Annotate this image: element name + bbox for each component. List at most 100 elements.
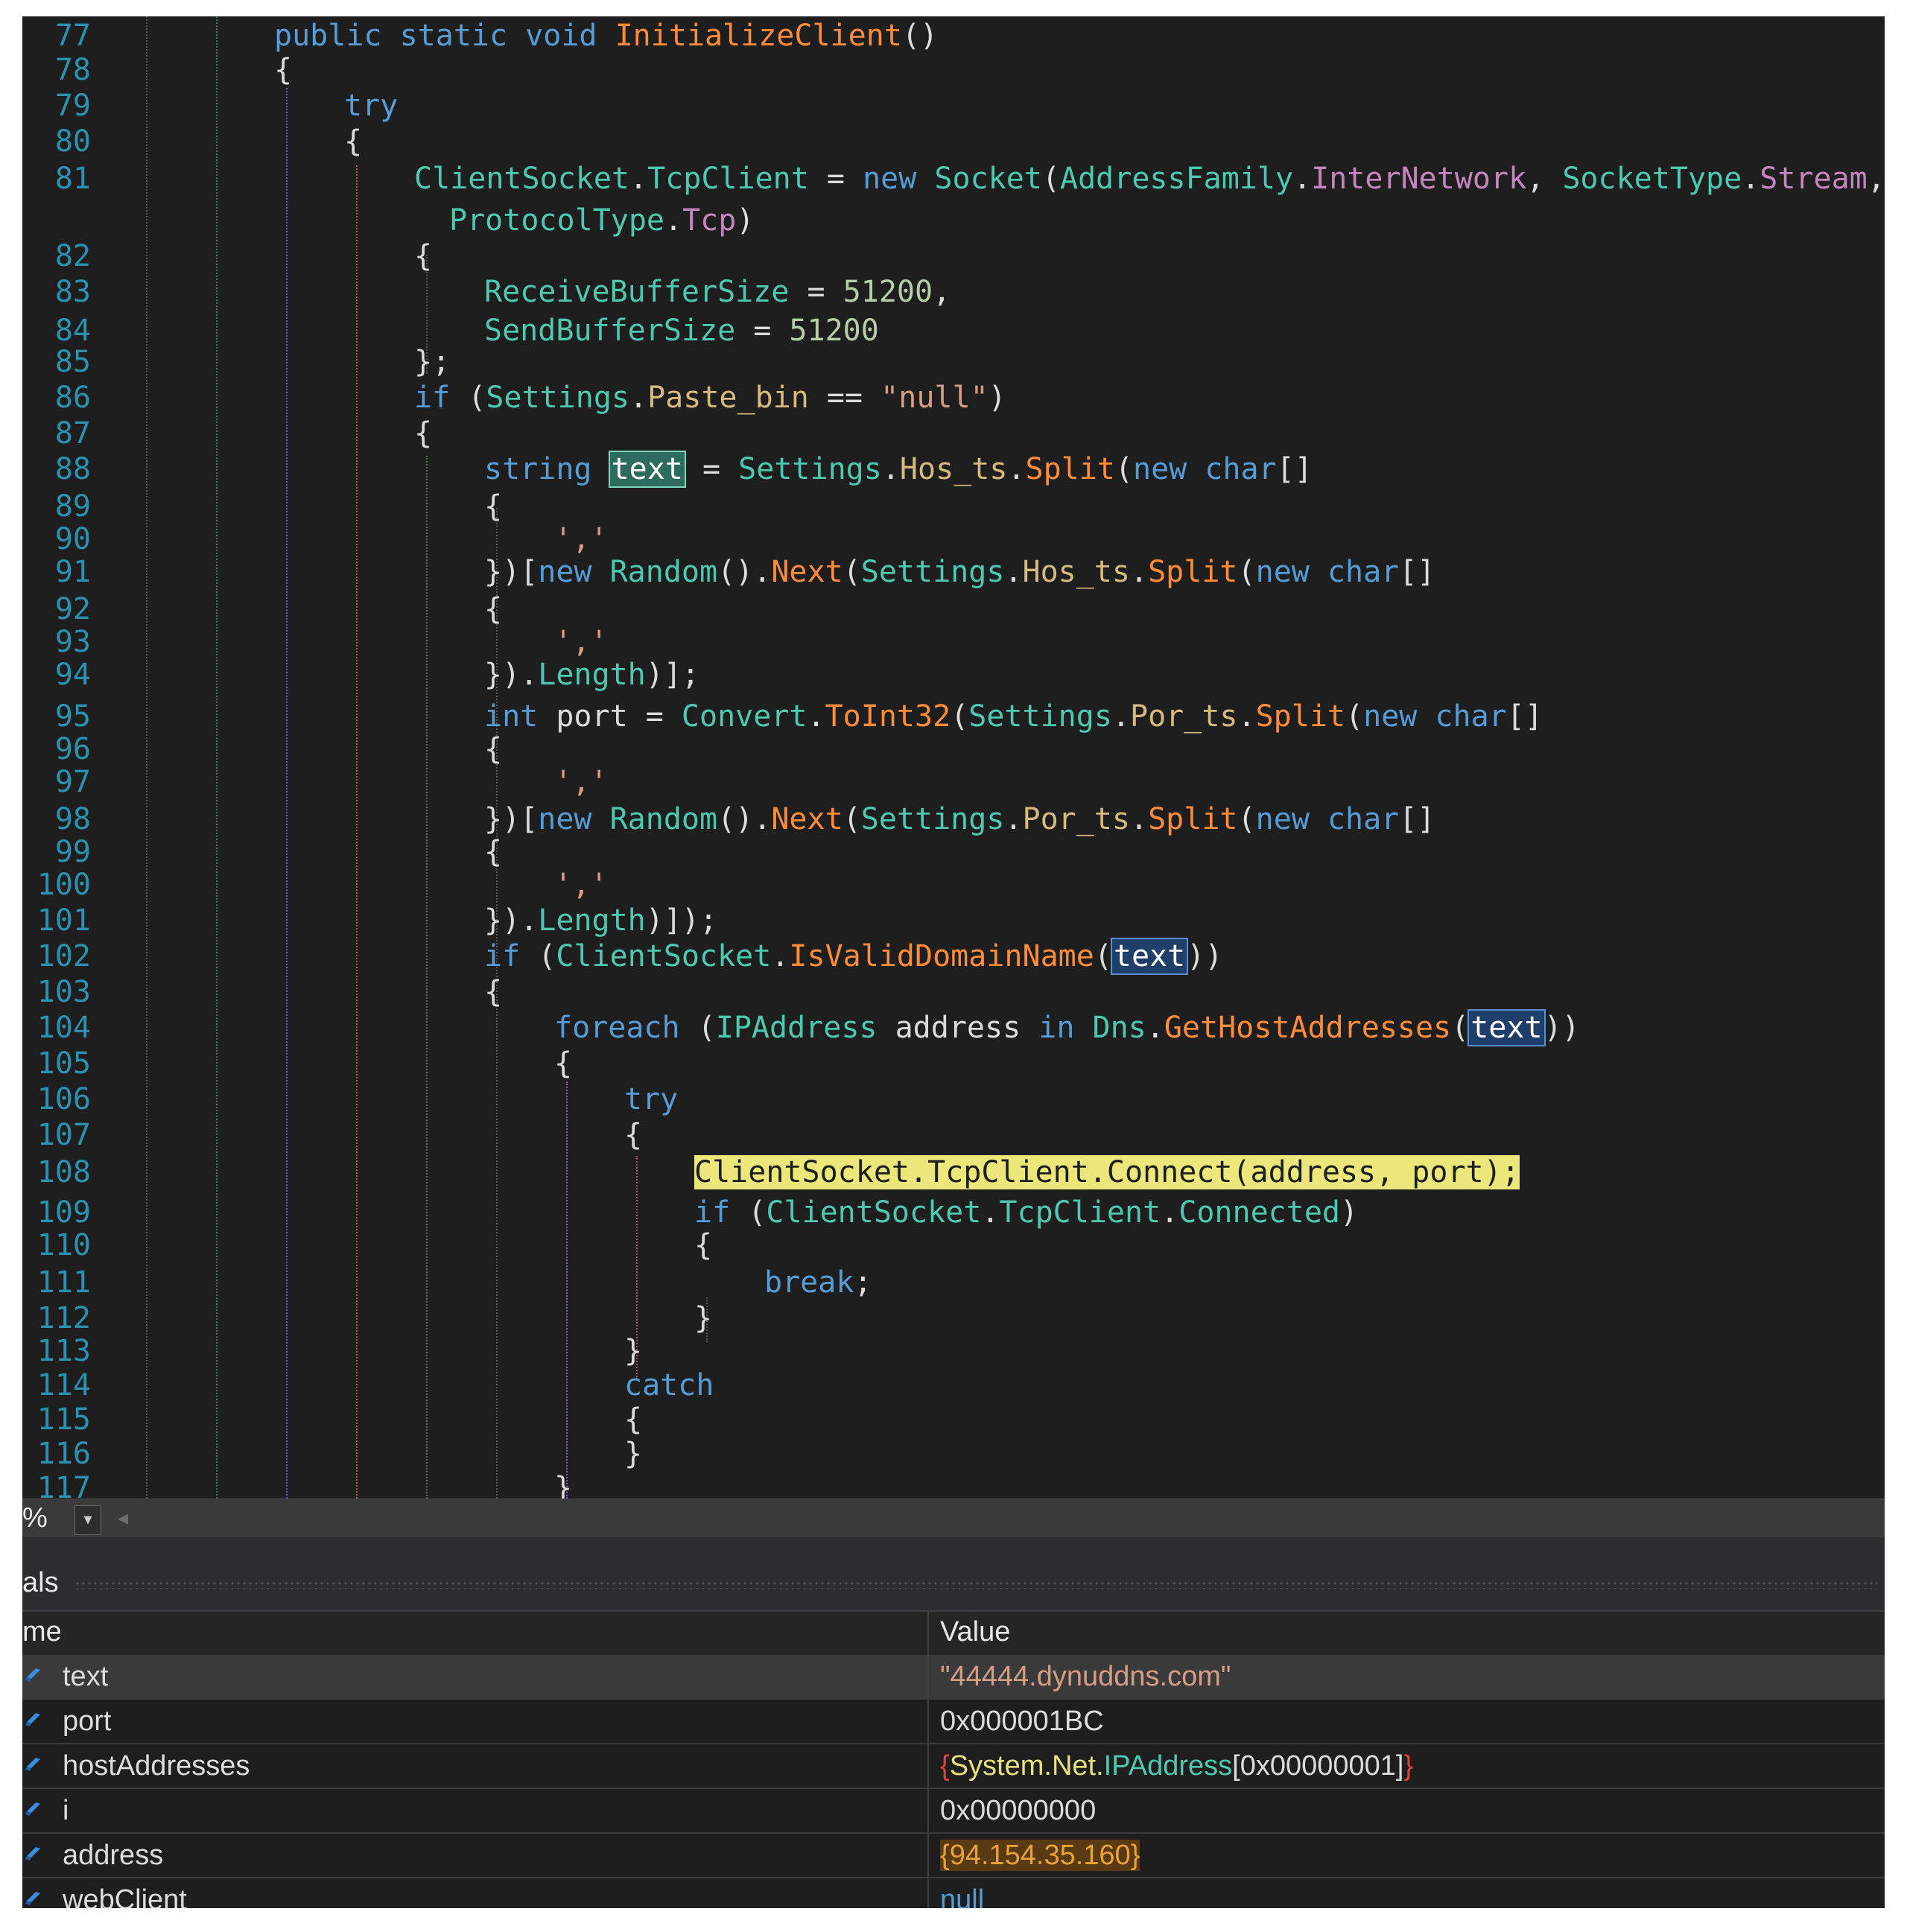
locals-row[interactable]: i 0x00000000	[22, 1789, 1885, 1834]
code-line[interactable]: 107 {	[22, 1116, 1885, 1154]
code-token: string	[484, 452, 610, 486]
locals-row[interactable]: webClient null	[22, 1878, 1885, 1908]
code-token: TcpClient	[999, 1195, 1161, 1230]
variable-value[interactable]: 0x00000000	[940, 1795, 1096, 1827]
line-number: 87	[54, 416, 91, 451]
variable-value[interactable]: {94.154.35.160}	[940, 1840, 1140, 1872]
code-text: catch	[624, 1366, 714, 1405]
code-line[interactable]: 77 public static void InitializeClient()	[22, 16, 1885, 55]
code-token: Connected	[1178, 1195, 1341, 1230]
code-line[interactable]: 111 break;	[22, 1263, 1885, 1302]
code-line[interactable]: 87 {	[22, 414, 1885, 453]
variable-value[interactable]: 0x000001BC	[940, 1706, 1104, 1738]
code-token: }	[554, 1471, 573, 1499]
variable-name: i	[63, 1795, 69, 1826]
code-token: .	[1130, 802, 1149, 836]
locals-row[interactable]: port 0x000001BC	[22, 1700, 1885, 1744]
code-line[interactable]: ProtocolType.Tcp)	[22, 201, 1885, 240]
code-line[interactable]: 105 {	[22, 1044, 1885, 1083]
code-token: .	[1237, 699, 1256, 734]
code-line[interactable]: 82 {	[22, 237, 1885, 276]
scroll-left-icon[interactable]: ◂	[118, 1505, 128, 1530]
local-variable-icon	[25, 1802, 40, 1816]
code-token: ;	[854, 1265, 872, 1300]
code-text: }).Length)];	[484, 655, 699, 694]
locals-row[interactable]: hostAddresses {System.Net.IPAddress[0x000…	[22, 1744, 1885, 1789]
code-line[interactable]: 110 {	[22, 1226, 1885, 1265]
code-line[interactable]: 115 {	[22, 1400, 1885, 1439]
code-line[interactable]: 79 try	[22, 86, 1885, 125]
code-editor[interactable]: 77 public static void InitializeClient() 7…	[22, 16, 1885, 1499]
code-line[interactable]: 85};	[22, 343, 1885, 381]
code-line[interactable]: 103 {	[22, 973, 1885, 1011]
code-token: if	[484, 939, 539, 973]
code-token: InterNetwork	[1311, 162, 1527, 196]
code-token: ','	[554, 765, 609, 799]
line-number: 114	[37, 1368, 91, 1402]
code-line[interactable]: 117}	[22, 1469, 1885, 1499]
code-token: }	[624, 1334, 643, 1368]
code-line[interactable]: 106 try	[22, 1080, 1885, 1119]
code-line[interactable]: 102 if (ClientSocket.IsValidDomainName(te…	[22, 937, 1885, 976]
code-token: Length	[538, 903, 646, 938]
variable-value[interactable]: {System.Net.IPAddress[0x00000001]}	[940, 1750, 1413, 1782]
code-line[interactable]: 101}).Length)]);	[22, 901, 1885, 940]
code-token: []	[1506, 699, 1543, 734]
variable-value[interactable]: "44444.dynuddns.com"	[940, 1661, 1231, 1693]
code-line[interactable]: 108 ClientSocket.TcpClient.Connect(addres…	[22, 1153, 1885, 1192]
code-token: Split	[1025, 452, 1115, 486]
variable-value[interactable]: null	[940, 1884, 984, 1908]
code-token: Hos_ts	[899, 452, 1008, 486]
code-token: {	[344, 124, 363, 159]
code-text: }	[554, 1469, 572, 1499]
zoom-level[interactable]: %	[22, 1502, 48, 1534]
code-token: Settings	[738, 452, 882, 486]
code-line[interactable]: 80 {	[22, 122, 1885, 161]
line-number: 104	[37, 1011, 91, 1045]
code-line[interactable]: 116}	[22, 1434, 1885, 1473]
code-token: Socket	[934, 162, 1042, 196]
line-number: 105	[37, 1046, 91, 1081]
column-header-value[interactable]: Value	[940, 1616, 1010, 1648]
code-line[interactable]: 114 catch	[22, 1366, 1885, 1405]
code-line[interactable]: 97 ','	[22, 763, 1885, 801]
code-token: ,	[1867, 162, 1885, 196]
code-text: {	[414, 414, 432, 453]
code-text: ReceiveBufferSize = 51200,	[484, 273, 951, 311]
code-token: []	[1276, 452, 1313, 486]
code-token: .	[1007, 452, 1026, 486]
code-line[interactable]: 91})[new Random().Next(Settings.Hos_ts.S…	[22, 553, 1885, 591]
locals-row[interactable]: address {94.154.35.160}	[22, 1834, 1885, 1878]
code-line[interactable]: 88 string text = Settings.Hos_ts.Split(ne…	[22, 450, 1885, 489]
code-token: break	[764, 1265, 854, 1300]
code-line[interactable]: 100 ','	[22, 865, 1885, 904]
code-token: (	[1237, 555, 1256, 589]
code-text: break;	[764, 1263, 872, 1302]
code-line[interactable]: 86 if (Settings.Paste_bin == "null")	[22, 378, 1885, 417]
code-line[interactable]: 78 {	[22, 51, 1885, 89]
code-text: }).Length)]);	[484, 901, 717, 940]
code-line[interactable]: 113}	[22, 1332, 1885, 1370]
code-token: {	[484, 489, 503, 524]
variable-name: address	[63, 1840, 164, 1871]
value-token: {94.154.35.160}	[940, 1840, 1140, 1871]
code-token: ClientSocket	[414, 162, 629, 196]
code-line[interactable]: 94}).Length)];	[22, 655, 1885, 694]
code-token: ()	[901, 19, 939, 53]
locals-row[interactable]: text "44444.dynuddns.com"	[22, 1655, 1885, 1700]
column-header-name[interactable]: me	[22, 1616, 62, 1648]
code-token: Random	[609, 555, 718, 589]
code-token: .	[1161, 1195, 1179, 1230]
column-separator[interactable]	[927, 1610, 929, 1908]
code-line[interactable]: 83 ReceiveBufferSize = 51200,	[22, 273, 1885, 311]
code-line[interactable]: 81 ClientSocket.TcpClient = new Socket(Ad…	[22, 159, 1885, 198]
panel-drag-grip[interactable]	[74, 1580, 1877, 1589]
code-token: Split	[1148, 802, 1238, 836]
zoom-dropdown-icon[interactable]: ▾	[74, 1505, 101, 1535]
code-token: )]);	[645, 903, 718, 938]
code-line[interactable]: 104 foreach (IPAddress address in Dns.Get…	[22, 1008, 1885, 1047]
code-token: ().	[717, 555, 772, 589]
code-token: if	[414, 381, 469, 415]
locals-panel-title: als	[22, 1567, 59, 1598]
panel-splitter[interactable]	[22, 1537, 1885, 1558]
